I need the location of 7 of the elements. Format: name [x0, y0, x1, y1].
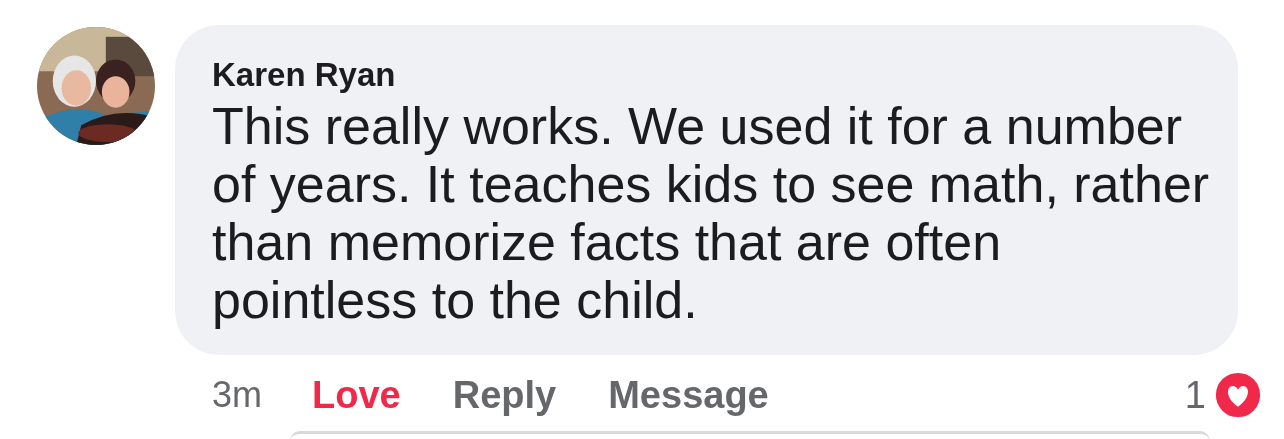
- reply-button[interactable]: Reply: [452, 373, 557, 417]
- message-button[interactable]: Message: [608, 373, 769, 417]
- love-button[interactable]: Love: [312, 373, 401, 417]
- reaction-count: 1: [1184, 373, 1206, 417]
- comment-text: This really works. We used it for a number of years. It teaches kids to see math, rather than memorize facts that are often pointless to the child.: [212, 97, 1211, 329]
- timestamp: 3m: [212, 374, 262, 416]
- author-name[interactable]: Karen Ryan: [212, 55, 396, 95]
